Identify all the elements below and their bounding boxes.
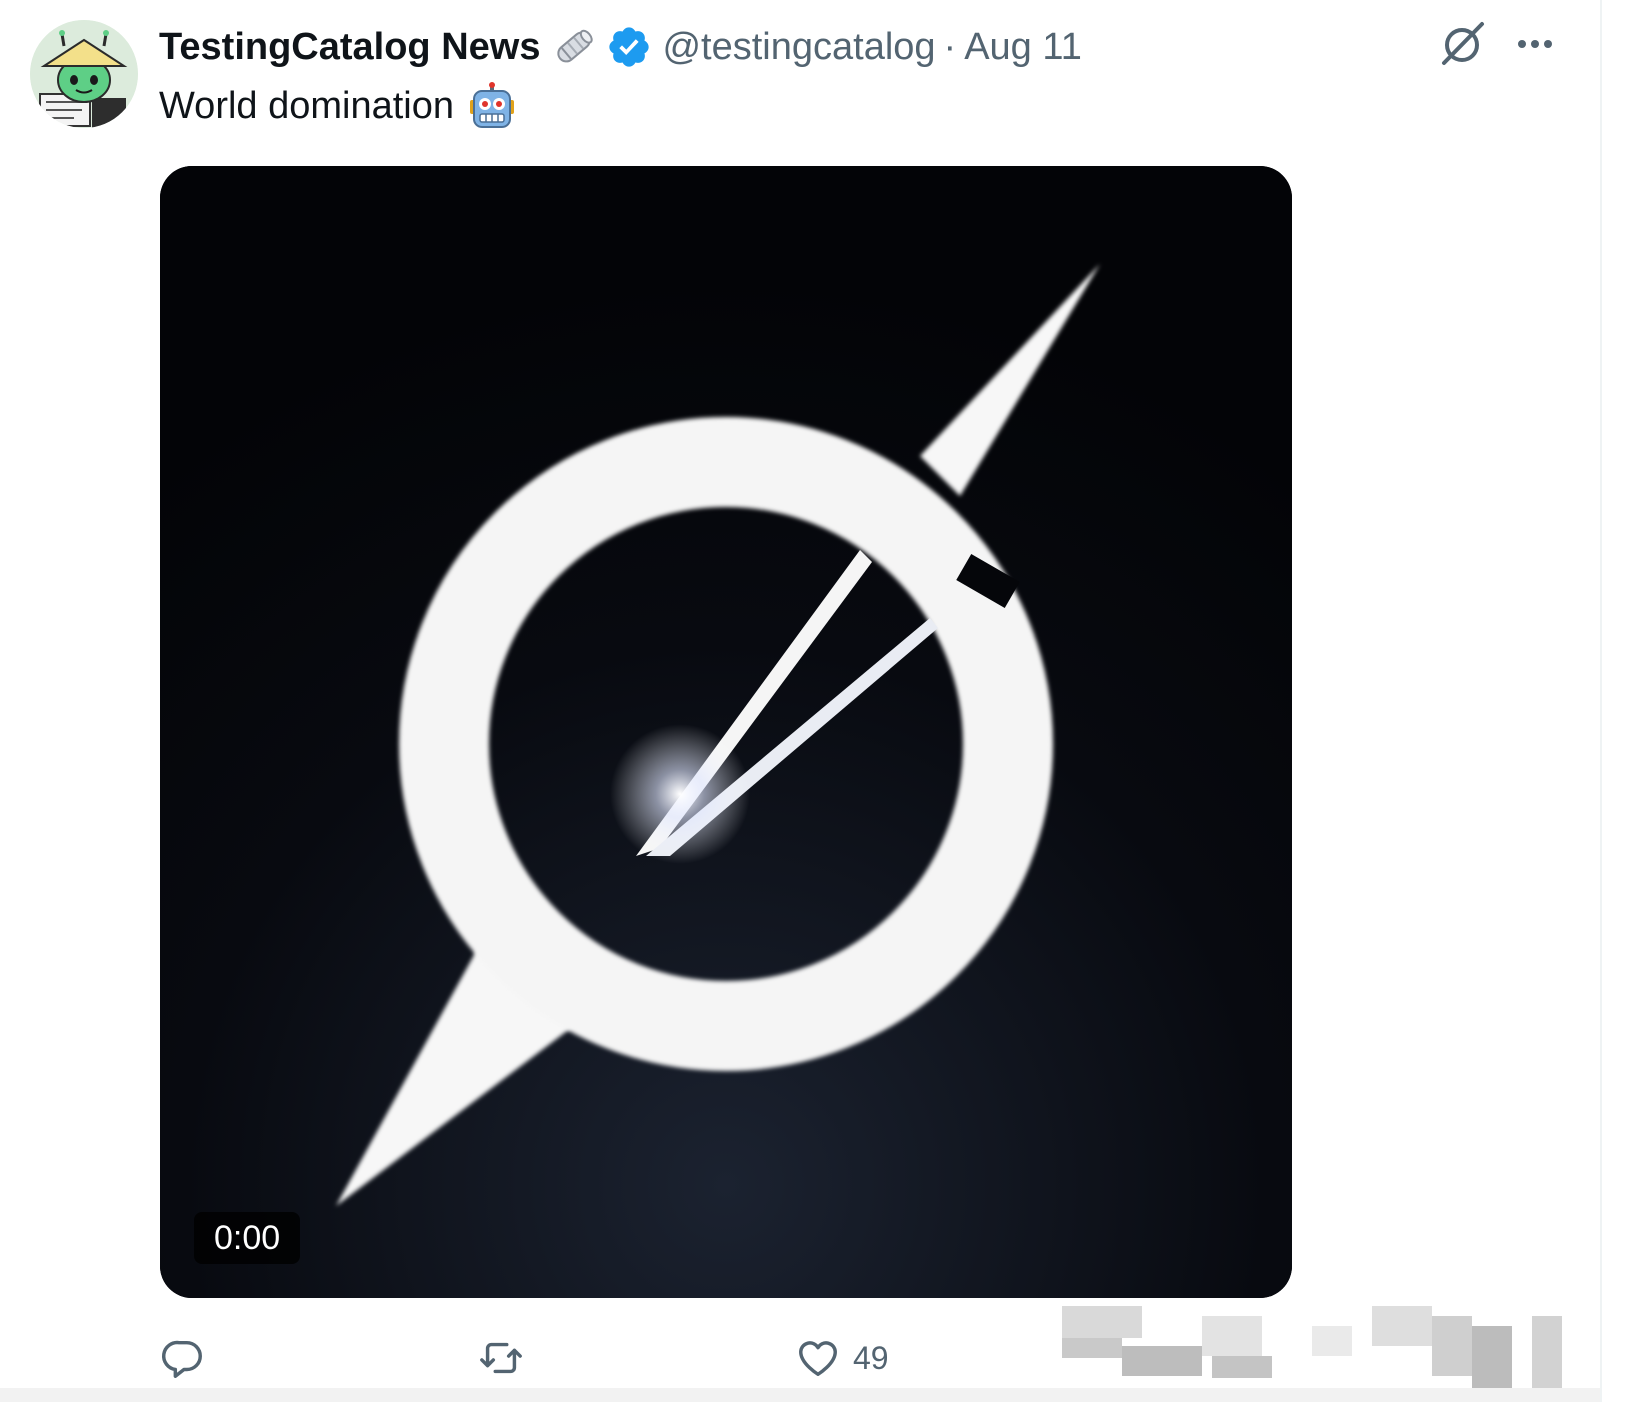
rolled-newspaper-icon [550, 23, 598, 71]
reply-icon [162, 1340, 202, 1378]
tweet-date[interactable]: Aug 11 [964, 26, 1082, 69]
separator-dot: · [943, 25, 957, 68]
grok-icon[interactable] [1438, 18, 1488, 68]
verified-badge-icon[interactable] [606, 24, 652, 70]
bottom-edge [0, 1388, 1600, 1402]
author-handle[interactable]: @testingcatalog [662, 26, 935, 69]
tweet-header: TestingCatalog News @testingcatalog · Au… [159, 20, 1082, 74]
like-button[interactable]: 49 [795, 1330, 889, 1386]
tweet-text-content: World domination [159, 84, 455, 127]
more-options-icon[interactable] [1510, 22, 1560, 66]
obscured-region [1012, 1306, 1578, 1388]
tweet-text: World domination [159, 80, 516, 132]
like-count: 49 [853, 1339, 889, 1376]
heart-icon [799, 1341, 837, 1377]
reply-button[interactable] [160, 1330, 206, 1386]
repost-button[interactable] [478, 1330, 524, 1386]
author-display-name[interactable]: TestingCatalog News [159, 26, 540, 69]
video-player[interactable]: 0:00 [160, 166, 1292, 1298]
video-thumbnail [160, 166, 1292, 1298]
repost-icon [480, 1342, 522, 1374]
robot-face-icon [468, 82, 516, 130]
video-duration: 0:00 [194, 1212, 301, 1264]
author-avatar[interactable] [30, 20, 138, 128]
column-divider [1600, 0, 1602, 1402]
avatar-illustration [30, 20, 138, 128]
